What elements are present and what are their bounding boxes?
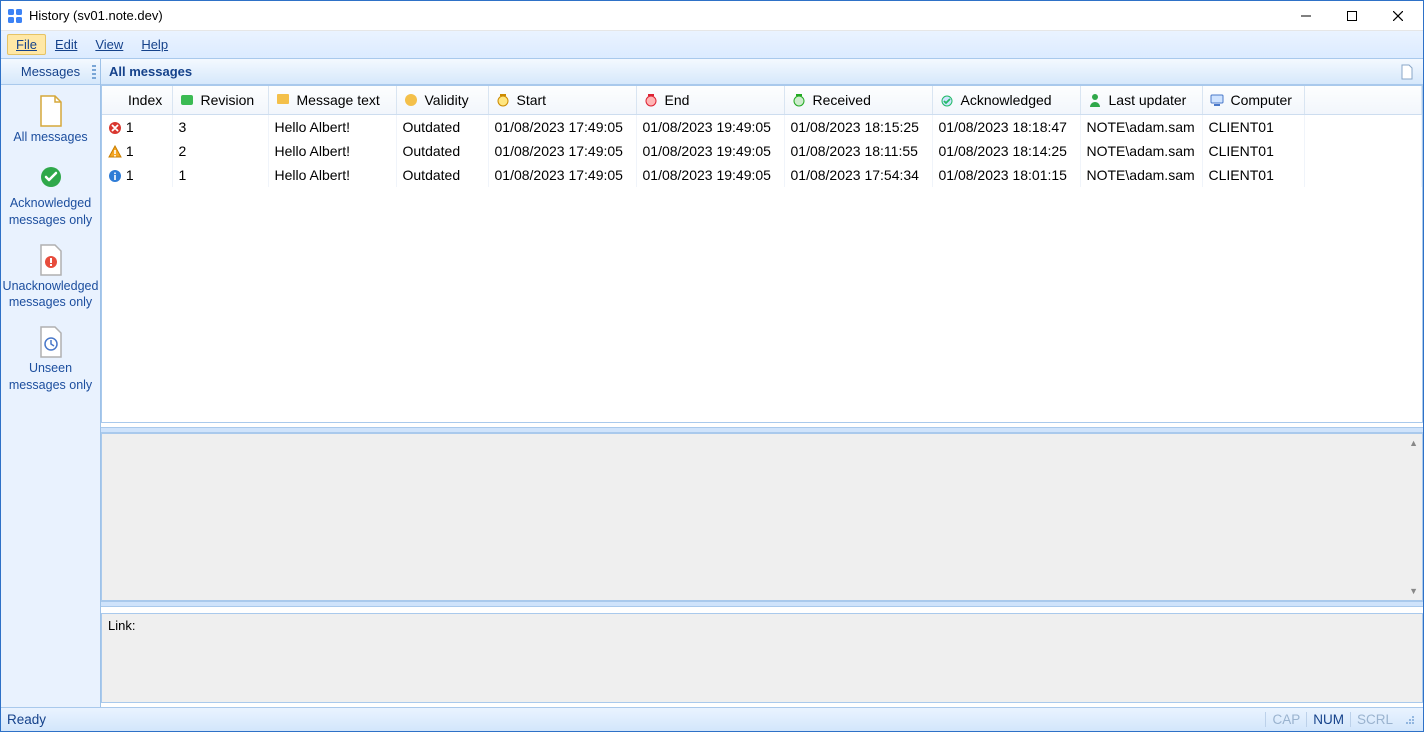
- sidebar-item-acknowledged[interactable]: Acknowledged messages only: [1, 155, 100, 238]
- minimize-button[interactable]: [1283, 1, 1329, 30]
- table-row[interactable]: 11Hello Albert!Outdated01/08/2023 17:49:…: [102, 163, 1422, 187]
- sidebar-item-label: All messages: [13, 129, 87, 145]
- content-panel: All messages Index Revisi: [101, 59, 1423, 707]
- ack-icon: [939, 92, 955, 108]
- status-info-icon: [108, 169, 122, 183]
- document-alert-icon: [35, 244, 67, 276]
- document-clock-icon: [35, 326, 67, 358]
- scroll-down-icon[interactable]: ▼: [1409, 586, 1418, 596]
- col-received[interactable]: Received: [784, 86, 932, 114]
- status-scrl: SCRL: [1350, 712, 1399, 727]
- status-error-icon: [108, 121, 122, 135]
- status-warning-icon: [108, 145, 122, 159]
- title-bar: History (sv01.note.dev): [1, 1, 1423, 31]
- clock-icon: [495, 92, 511, 108]
- col-message[interactable]: Message text: [268, 86, 396, 114]
- col-computer[interactable]: Computer: [1202, 86, 1304, 114]
- col-end[interactable]: End: [636, 86, 784, 114]
- grid-header-row: Index Revision Message text Validity Sta…: [102, 86, 1422, 114]
- sidebar: All messages Acknowledged messages only …: [1, 85, 100, 707]
- col-updater[interactable]: Last updater: [1080, 86, 1202, 114]
- app-icon: [7, 8, 23, 24]
- menu-file[interactable]: File: [7, 34, 46, 55]
- col-start[interactable]: Start: [488, 86, 636, 114]
- preview-pane: ▲ ▼: [101, 433, 1423, 601]
- content-header: All messages: [101, 59, 1423, 85]
- maximize-button[interactable]: [1329, 1, 1375, 30]
- sidebar-header[interactable]: Messages: [1, 59, 100, 85]
- page-icon[interactable]: [1399, 64, 1415, 80]
- col-revision[interactable]: Revision: [172, 86, 268, 114]
- sidebar-item-label: Unseen messages only: [3, 360, 98, 393]
- link-label: Link:: [108, 618, 135, 633]
- received-icon: [791, 92, 807, 108]
- status-cap: CAP: [1265, 712, 1306, 727]
- document-icon: [35, 95, 67, 127]
- table-row[interactable]: 13Hello Albert!Outdated01/08/2023 17:49:…: [102, 114, 1422, 139]
- user-icon: [1087, 92, 1103, 108]
- sidebar-header-label: Messages: [21, 64, 80, 79]
- status-num: NUM: [1306, 712, 1350, 727]
- status-bar: Ready CAP NUM SCRL: [1, 707, 1423, 731]
- revision-icon: [179, 92, 195, 108]
- sidebar-item-all-messages[interactable]: All messages: [1, 89, 100, 155]
- col-spare: [1304, 86, 1422, 114]
- scroll-up-icon[interactable]: ▲: [1409, 438, 1418, 448]
- close-button[interactable]: [1375, 1, 1421, 30]
- col-index[interactable]: Index: [102, 86, 172, 114]
- window-title: History (sv01.note.dev): [29, 8, 163, 23]
- col-validity[interactable]: Validity: [396, 86, 488, 114]
- menu-bar: File Edit View Help: [1, 31, 1423, 59]
- sidebar-item-unacknowledged[interactable]: Unacknowledged messages only: [1, 238, 100, 321]
- horizontal-splitter-2[interactable]: [101, 601, 1423, 607]
- menu-view[interactable]: View: [86, 34, 132, 55]
- table-row[interactable]: 12Hello Albert!Outdated01/08/2023 17:49:…: [102, 139, 1422, 163]
- sidebar-item-label: Acknowledged messages only: [3, 195, 98, 228]
- sidebar-item-unseen[interactable]: Unseen messages only: [1, 320, 100, 403]
- message-grid: Index Revision Message text Validity Sta…: [101, 85, 1423, 423]
- resize-grip-icon[interactable]: [1403, 713, 1417, 727]
- col-acknowledged[interactable]: Acknowledged: [932, 86, 1080, 114]
- status-ready: Ready: [7, 712, 46, 727]
- sidebar-panel: Messages All messages Acknowledged messa…: [1, 59, 101, 707]
- message-icon: [275, 92, 291, 108]
- app-window: History (sv01.note.dev) File Edit View H…: [0, 0, 1424, 732]
- computer-icon: [1209, 92, 1225, 108]
- clock-red-icon: [643, 92, 659, 108]
- validity-icon: [403, 92, 419, 108]
- sidebar-item-label: Unacknowledged messages only: [3, 278, 99, 311]
- check-circle-icon: [35, 161, 67, 193]
- link-pane: Link:: [101, 613, 1423, 703]
- sidebar-grip-icon[interactable]: [92, 65, 96, 79]
- body: Messages All messages Acknowledged messa…: [1, 59, 1423, 707]
- content-title: All messages: [109, 64, 192, 79]
- menu-edit[interactable]: Edit: [46, 34, 86, 55]
- menu-help[interactable]: Help: [132, 34, 177, 55]
